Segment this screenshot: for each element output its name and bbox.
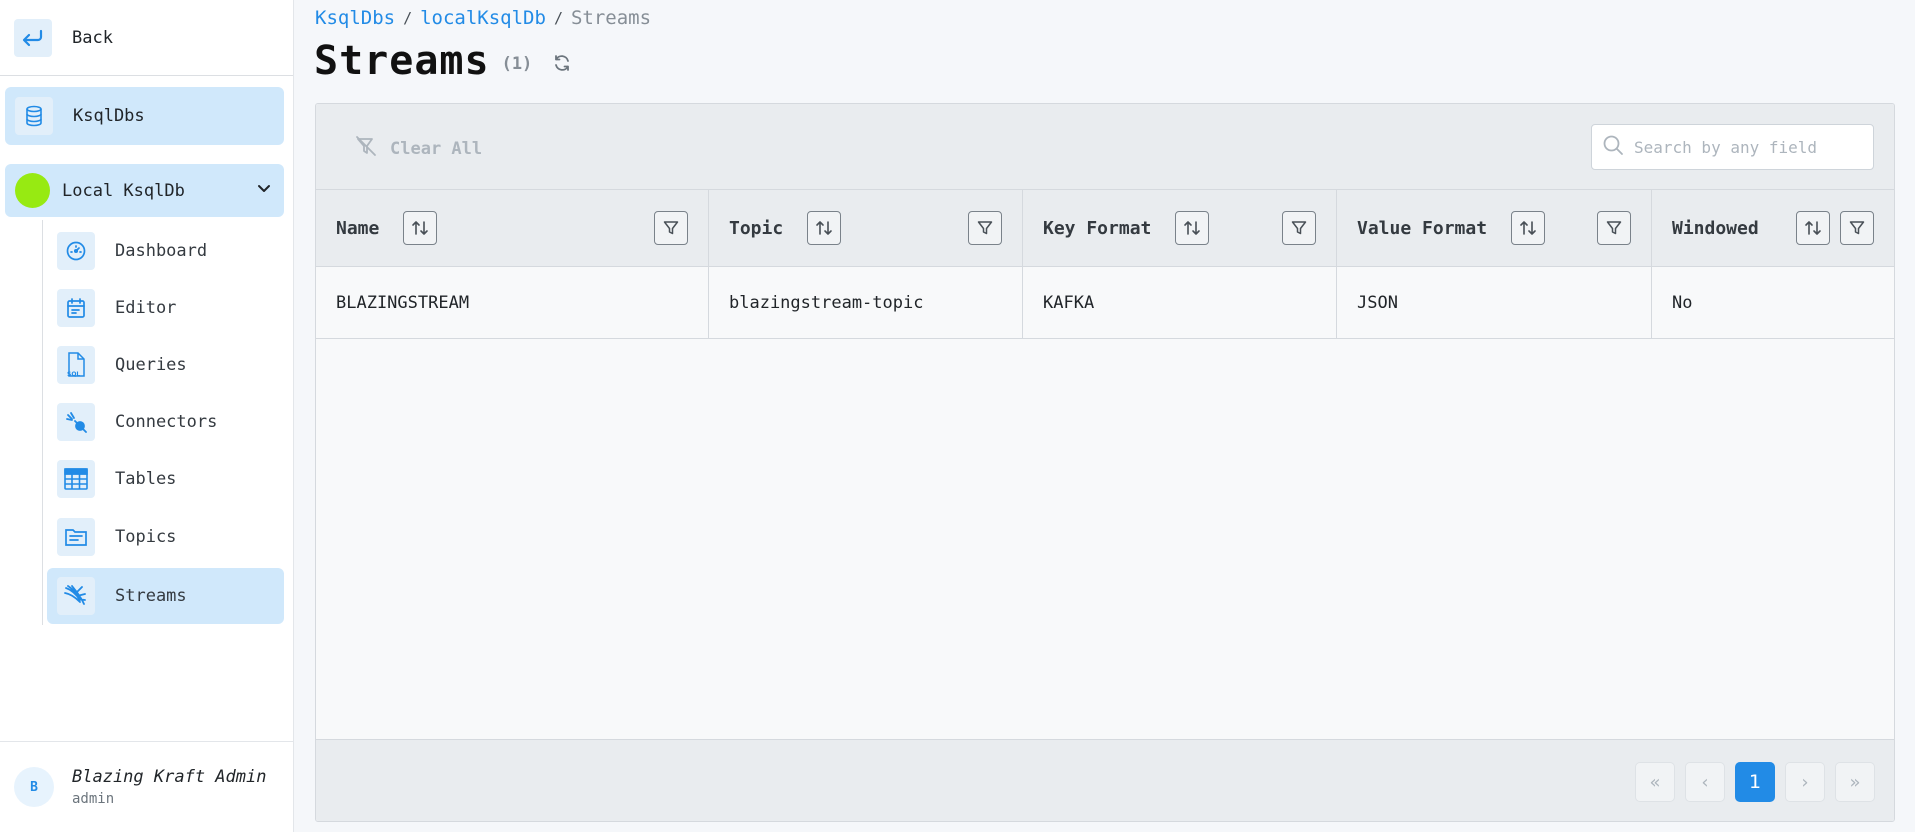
- nav-ksqldbs-label: KsqlDbs: [73, 106, 145, 126]
- column-header-topic: Topic: [709, 190, 1023, 266]
- cluster-label: Local KsqlDb: [62, 180, 185, 201]
- sort-icon[interactable]: [807, 211, 842, 245]
- cell-windowed: No: [1672, 292, 1693, 313]
- streams-table-panel: Clear All Name Topic Key Format Value Fo…: [315, 103, 1895, 822]
- sort-icon[interactable]: [1511, 211, 1546, 245]
- sidebar-item-label: Queries: [115, 355, 187, 375]
- cell-topic: blazingstream-topic: [709, 267, 1023, 338]
- breadcrumb-separator: /: [403, 9, 413, 27]
- breadcrumb-current: Streams: [570, 7, 652, 29]
- dashboard-gauge-icon: [57, 232, 95, 270]
- column-label: Name: [336, 217, 380, 239]
- sidebar-item-label: Tables: [115, 469, 177, 489]
- table-header: Name Topic Key Format Value Format Windo…: [316, 190, 1894, 267]
- search-input[interactable]: [1634, 137, 1864, 157]
- filter-icon[interactable]: [968, 211, 1002, 245]
- user-name: Blazing Kraft Admin: [72, 767, 267, 787]
- sidebar-item-topics[interactable]: Topics: [47, 509, 284, 565]
- subnav-divider: [42, 220, 43, 625]
- sidebar: Back KsqlDbs Local KsqlDb Dashboard Edit…: [0, 0, 294, 832]
- cell-key-format: KAFKA: [1023, 267, 1337, 338]
- filter-off-icon: [354, 134, 378, 163]
- clear-all-button[interactable]: Clear All: [354, 134, 482, 163]
- clear-all-label: Clear All: [390, 138, 483, 159]
- sidebar-item-dashboard[interactable]: Dashboard: [47, 223, 284, 279]
- column-header-windowed: Windowed: [1652, 190, 1894, 266]
- sidebar-item-streams[interactable]: Streams: [47, 568, 284, 624]
- refresh-icon[interactable]: [552, 53, 572, 77]
- filter-icon[interactable]: [654, 211, 688, 245]
- sidebar-item-editor[interactable]: Editor: [47, 280, 284, 336]
- sidebar-item-label: Dashboard: [115, 241, 208, 261]
- item-count: (1): [501, 54, 533, 74]
- filter-icon[interactable]: [1840, 211, 1874, 245]
- nav-ksqldbs[interactable]: KsqlDbs: [5, 87, 284, 145]
- breadcrumb-localksqldb[interactable]: localKsqlDb: [420, 7, 546, 29]
- sort-icon[interactable]: [1175, 211, 1210, 245]
- sidebar-item-connectors[interactable]: Connectors: [47, 394, 284, 450]
- cluster-status-dot: [15, 173, 50, 208]
- prev-page-button[interactable]: ‹: [1685, 762, 1725, 802]
- column-label: Windowed: [1672, 217, 1759, 239]
- table-row[interactable]: BLAZINGSTREAM blazingstream-topic KAFKA …: [316, 267, 1894, 339]
- column-header-key-format: Key Format: [1023, 190, 1337, 266]
- connectors-plug-icon: [57, 403, 95, 441]
- page-title: Streams: [314, 38, 490, 84]
- column-label: Topic: [729, 217, 784, 239]
- cell-value-format: JSON: [1337, 267, 1652, 338]
- back-arrow-icon: [14, 18, 52, 57]
- sidebar-item-tables[interactable]: Tables: [47, 451, 284, 507]
- last-page-button[interactable]: »: [1835, 762, 1875, 802]
- sidebar-item-label: Editor: [115, 298, 177, 318]
- breadcrumb-separator: /: [553, 9, 563, 27]
- table-footer: « ‹ 1 › »: [316, 739, 1894, 821]
- streams-icon: [57, 577, 95, 615]
- avatar: B: [14, 767, 54, 807]
- breadcrumb: KsqlDbs / localKsqlDb / Streams: [315, 7, 651, 29]
- user-role: admin: [72, 791, 115, 807]
- sidebar-item-label: Connectors: [115, 412, 218, 432]
- database-icon: [15, 97, 53, 135]
- cell-name: BLAZINGSTREAM: [316, 267, 709, 338]
- column-header-name: Name: [316, 190, 709, 266]
- sidebar-item-label: Topics: [115, 527, 177, 547]
- cluster-selector[interactable]: Local KsqlDb: [5, 164, 284, 217]
- filter-icon[interactable]: [1597, 211, 1631, 245]
- table-grid-icon: [57, 460, 95, 498]
- sidebar-item-queries[interactable]: SQL Queries: [47, 337, 284, 393]
- back-label: Back: [72, 27, 113, 48]
- sort-icon[interactable]: [1796, 211, 1830, 245]
- column-label: Value Format: [1357, 217, 1488, 239]
- breadcrumb-ksqldbs[interactable]: KsqlDbs: [315, 7, 395, 29]
- back-button[interactable]: Back: [0, 0, 293, 76]
- search-icon: [1602, 134, 1624, 160]
- editor-calendar-icon: [57, 289, 95, 327]
- filter-icon[interactable]: [1282, 211, 1316, 245]
- topics-folder-icon: [57, 518, 95, 556]
- page-button-current[interactable]: 1: [1735, 762, 1775, 802]
- next-page-button[interactable]: ›: [1785, 762, 1825, 802]
- chevron-down-icon: [256, 180, 272, 200]
- svg-text:SQL: SQL: [67, 371, 80, 378]
- title-row: Streams (1): [314, 38, 572, 84]
- column-label: Key Format: [1043, 217, 1152, 239]
- sql-file-icon: SQL: [57, 346, 95, 384]
- first-page-button[interactable]: «: [1635, 762, 1675, 802]
- sort-icon[interactable]: [403, 211, 438, 245]
- search-box[interactable]: [1591, 124, 1874, 170]
- pagination: « ‹ 1 › »: [1635, 762, 1875, 802]
- sidebar-item-label: Streams: [115, 586, 187, 606]
- user-profile[interactable]: B Blazing Kraft Admin admin: [0, 741, 293, 832]
- column-header-value-format: Value Format: [1337, 190, 1652, 266]
- table-toolbar: Clear All: [316, 104, 1894, 190]
